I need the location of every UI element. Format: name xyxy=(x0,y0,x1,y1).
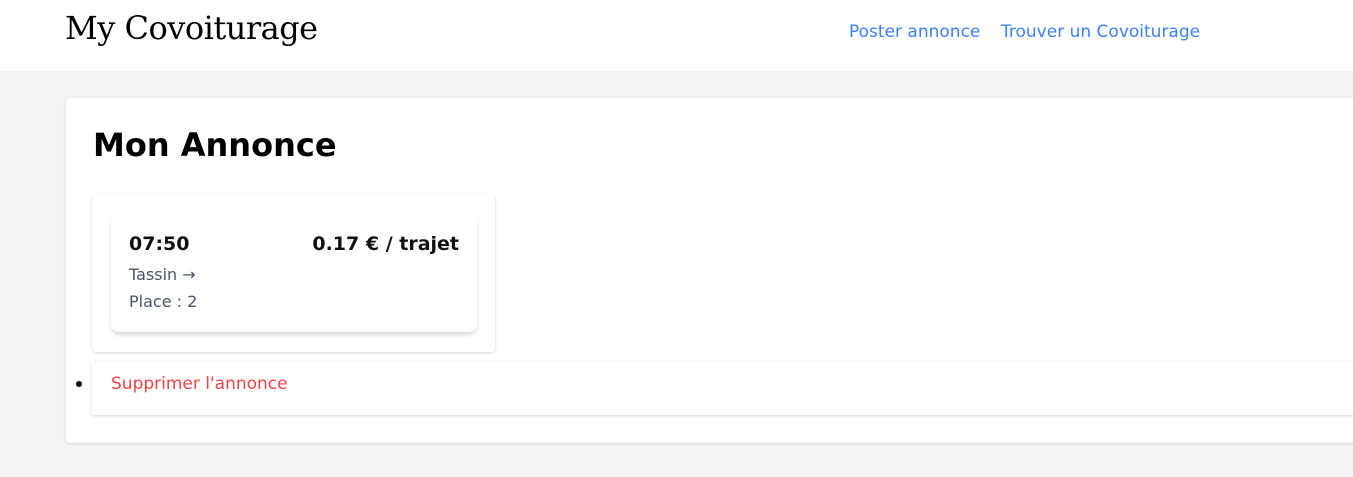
my-ad-panel: Mon Annonce 07:50 0.17 € / trajet Tassin… xyxy=(66,98,1353,443)
ad-card-wrapper: 07:50 0.17 € / trajet Tassin → Place : 2 xyxy=(92,194,495,352)
departure-time: 07:50 xyxy=(129,233,190,255)
available-places: Place : 2 xyxy=(129,292,198,311)
post-ad-link[interactable]: Poster annonce xyxy=(849,22,980,42)
ride-route: Tassin → xyxy=(129,265,196,284)
page-title: Mon Annonce xyxy=(93,126,337,164)
bullet-icon xyxy=(76,381,82,387)
ad-actions-list: Supprimer l'annonce xyxy=(76,361,1353,415)
top-navbar: My Covoiturage Poster annonce Trouver un… xyxy=(0,0,1353,71)
ride-price: 0.17 € / trajet xyxy=(312,233,459,255)
list-item: Supprimer l'annonce xyxy=(76,361,1353,415)
ride-card[interactable]: 07:50 0.17 € / trajet Tassin → Place : 2 xyxy=(111,214,477,332)
find-carpool-link[interactable]: Trouver un Covoiturage xyxy=(1001,22,1200,42)
site-brand[interactable]: My Covoiturage xyxy=(65,9,318,47)
delete-ad-link[interactable]: Supprimer l'annonce xyxy=(111,374,288,394)
